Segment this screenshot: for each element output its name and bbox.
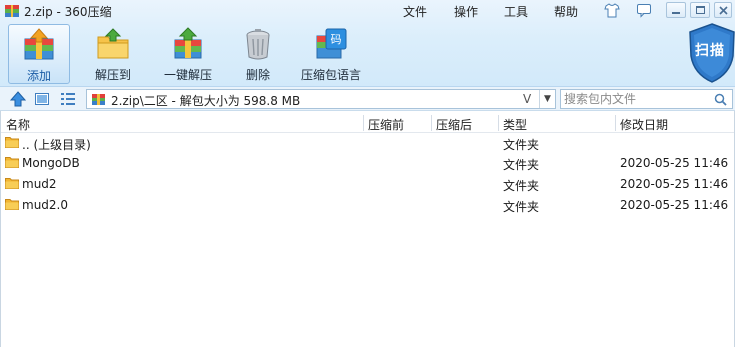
menu-file[interactable]: 文件: [403, 3, 427, 20]
path-history-glyph[interactable]: V: [523, 92, 531, 106]
table-row[interactable]: mud2 文件夹 2020-05-25 11:46: [0, 174, 735, 194]
folder-icon: [5, 178, 19, 189]
title-bar: 2.zip - 360压缩 文件 操作 工具 帮助: [0, 0, 735, 22]
row-date: 2020-05-25 11:46: [620, 177, 729, 191]
search-field[interactable]: [560, 89, 733, 109]
add-label: 添加: [26, 69, 51, 83]
row-date: 2020-05-25 11:46: [620, 198, 729, 212]
folder-icon: [5, 199, 19, 210]
table-row[interactable]: MongoDB 文件夹 2020-05-25 11:46: [0, 153, 735, 173]
archive-icon: [92, 94, 105, 105]
app-logo-icon: [5, 5, 19, 17]
folder-icon: [5, 157, 19, 168]
column-divider[interactable]: [498, 115, 499, 131]
close-button[interactable]: [714, 2, 732, 18]
archive-language-button[interactable]: 码 压缩包语言: [300, 24, 362, 84]
column-header-after[interactable]: 压缩后: [436, 116, 472, 133]
menu-tools[interactable]: 工具: [504, 3, 528, 20]
archive-language-icon: 码: [316, 28, 347, 59]
top-chrome: 2.zip - 360压缩 文件 操作 工具 帮助 添加 解压到 一键解压 删除…: [0, 0, 735, 87]
delete-button[interactable]: 删除: [236, 24, 280, 84]
add-button[interactable]: 添加: [8, 24, 70, 84]
column-header-name[interactable]: 名称: [6, 116, 30, 133]
file-list-header: 名称 压缩前 压缩后 类型 修改日期: [0, 113, 735, 133]
row-type: 文件夹: [503, 158, 540, 172]
column-divider[interactable]: [363, 115, 364, 131]
column-divider[interactable]: [615, 115, 616, 131]
window-title: 2.zip - 360压缩: [24, 5, 112, 19]
search-input[interactable]: [561, 90, 711, 108]
minimize-button[interactable]: [666, 2, 686, 18]
one-click-extract-button[interactable]: 一键解压: [158, 24, 218, 84]
skin-shirt-icon[interactable]: [604, 3, 620, 18]
maximize-button[interactable]: [690, 2, 710, 18]
row-type: 文件夹: [503, 179, 540, 193]
extract-to-label: 解压到: [94, 68, 131, 82]
delete-label: 删除: [245, 68, 270, 82]
scan-button[interactable]: 扫描: [686, 22, 735, 84]
row-type: 文件夹: [503, 200, 540, 214]
extract-to-button[interactable]: 解压到: [86, 24, 140, 84]
path-dropdown-button[interactable]: ▼: [539, 90, 555, 108]
feedback-icon[interactable]: [636, 3, 652, 18]
thumbnail-view-icon[interactable]: [34, 91, 50, 107]
row-name: .. (上级目录): [22, 138, 91, 152]
address-bar-row: 2.zip\二区 - 解包大小为 598.8 MB V ▼: [0, 87, 735, 111]
extract-to-icon: [97, 28, 129, 59]
window-border-left: [0, 111, 1, 347]
archive-language-label: 压缩包语言: [300, 68, 361, 82]
column-header-date[interactable]: 修改日期: [620, 116, 668, 133]
menu-help[interactable]: 帮助: [554, 3, 578, 20]
table-row[interactable]: mud2.0 文件夹 2020-05-25 11:46: [0, 195, 735, 215]
path-field[interactable]: 2.zip\二区 - 解包大小为 598.8 MB V ▼: [86, 89, 556, 109]
menu-operate[interactable]: 操作: [454, 3, 478, 20]
search-icon[interactable]: [714, 93, 727, 106]
folder-icon: [5, 137, 19, 148]
table-row[interactable]: .. (上级目录) 文件夹: [0, 133, 735, 153]
scan-label: 扫描: [695, 43, 725, 59]
one-click-extract-label: 一键解压: [163, 68, 212, 82]
row-type: 文件夹: [503, 138, 540, 152]
list-view-icon[interactable]: [60, 91, 76, 107]
row-date: 2020-05-25 11:46: [620, 156, 729, 170]
row-name: mud2: [22, 177, 57, 191]
column-header-before[interactable]: 压缩前: [368, 116, 404, 133]
column-header-type[interactable]: 类型: [503, 116, 527, 133]
row-name: MongoDB: [22, 156, 80, 170]
add-icon: [24, 28, 54, 60]
path-text: 2.zip\二区 - 解包大小为 598.8 MB: [111, 94, 301, 108]
one-click-extract-icon: [174, 27, 202, 59]
trash-icon: [246, 29, 270, 60]
chevron-down-icon: ▼: [544, 94, 551, 104]
column-divider[interactable]: [431, 115, 432, 131]
svg-text:码: 码: [331, 33, 342, 46]
up-arrow-icon[interactable]: [10, 91, 26, 107]
close-icon: [719, 6, 728, 15]
row-name: mud2.0: [22, 198, 68, 212]
